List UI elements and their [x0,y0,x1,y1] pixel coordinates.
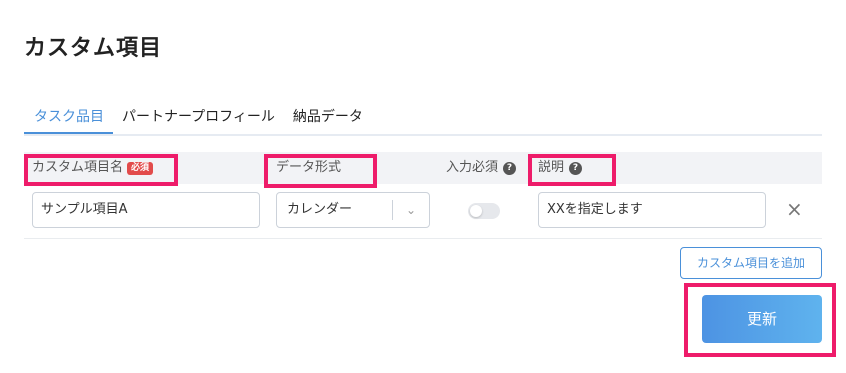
header-input-required-label: 入力必須 [446,160,499,175]
page-title: カスタム項目 [24,36,163,61]
toggle-knob [470,205,482,217]
tab-task-items[interactable]: タスク品目 [24,104,113,134]
data-format-value: カレンダー [287,202,353,217]
data-format-select[interactable]: カレンダー ⌄ [276,192,430,228]
chevron-down-icon[interactable]: ⌄ [393,193,429,227]
update-button[interactable]: 更新 [702,295,822,343]
custom-item-name-input[interactable]: サンプル項目A [32,192,260,228]
table-row: サンプル項目A カレンダー ⌄ XXを指定します × [24,186,822,239]
highlight-box-name-column [24,154,178,186]
tab-partner-profile[interactable]: パートナープロフィール [113,104,284,132]
input-required-toggle[interactable] [468,203,500,219]
help-icon[interactable]: ? [503,161,517,175]
tab-bar: タスク品目 パートナープロフィール 納品データ [24,104,822,136]
highlight-box-format-column [264,154,377,188]
add-custom-item-button[interactable]: カスタム項目を追加 [680,247,822,279]
tab-delivery-data[interactable]: 納品データ [284,104,372,132]
highlight-box-description-column [528,154,616,186]
close-icon[interactable]: × [786,199,803,219]
header-input-required: 入力必須 ? [446,152,517,184]
description-input[interactable]: XXを指定します [538,192,766,228]
